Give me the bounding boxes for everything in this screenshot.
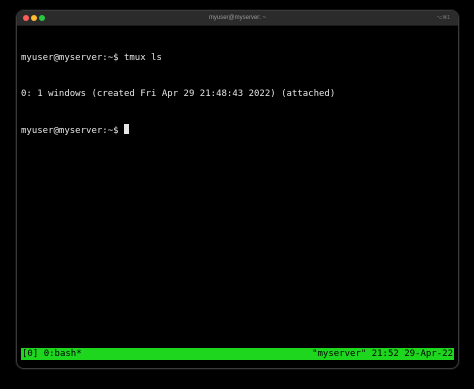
window-title: myuser@myserver: ~ — [208, 15, 267, 21]
tmux-status-bar: [0] 0:bash* "myserver" 21:52 29-Apr-22 — [21, 348, 454, 360]
text-cursor — [123, 124, 129, 134]
terminal-output[interactable]: myuser@myserver:~$ tmux ls 0: 1 windows … — [21, 28, 454, 346]
terminal-line-output: 0: 1 windows (created Fri Apr 29 21:48:4… — [21, 89, 336, 99]
tmux-status-left: [0] 0:bash* — [22, 348, 82, 360]
tmux-status-right: "myserver" 21:52 29-Apr-22 — [312, 348, 453, 360]
terminal-line-prompt[interactable]: myuser@myserver:~$ — [21, 124, 454, 136]
tmux-time: 21:52 — [371, 349, 399, 359]
prompt-text: myuser@myserver:~$ — [21, 126, 124, 136]
tmux-window-list[interactable]: 0:bash* — [44, 349, 82, 359]
title-bar[interactable]: myuser@myserver: ~ ⌥⌘1 — [17, 11, 458, 26]
window-shortcut-label: ⌥⌘1 — [436, 15, 450, 21]
terminal-line-command: myuser@myserver:~$ tmux ls — [21, 53, 162, 63]
tmux-hostname: "myserver" — [312, 349, 367, 359]
terminal-window[interactable]: myuser@myserver: ~ ⌥⌘1 myuser@myserver:~… — [16, 10, 459, 369]
tmux-session-id: [0] — [22, 349, 39, 359]
tmux-date: 29-Apr-22 — [404, 349, 453, 359]
